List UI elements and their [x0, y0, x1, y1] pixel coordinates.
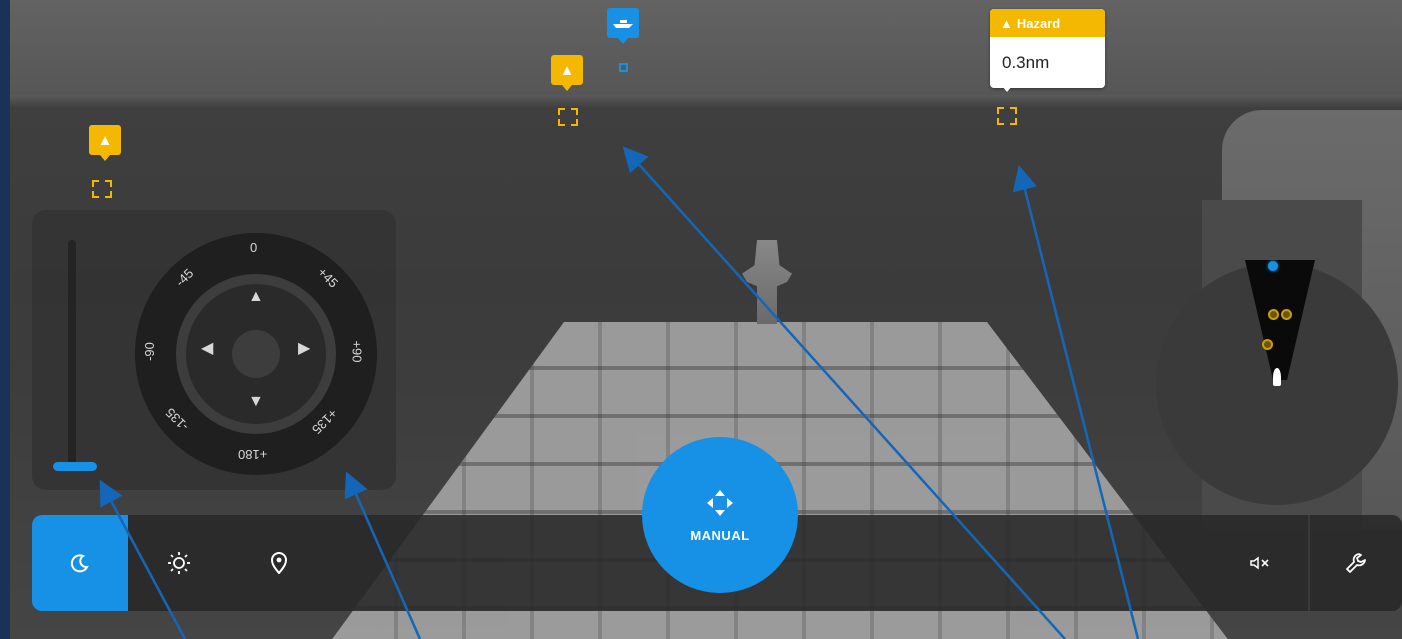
annotation-arrow-dial	[344, 471, 422, 639]
camera-view: ▲ ▲ ▲ Hazard 0.3nm ▲ ▼ ◀ ▶ 0 +45 +90 +135…	[0, 0, 1402, 639]
annotation-arrow-center-target	[622, 146, 1066, 639]
annotation-arrow-right-target	[1012, 165, 1140, 639]
annotation-arrows	[99, 146, 1140, 639]
annotation-arrow-zoom	[99, 479, 187, 639]
